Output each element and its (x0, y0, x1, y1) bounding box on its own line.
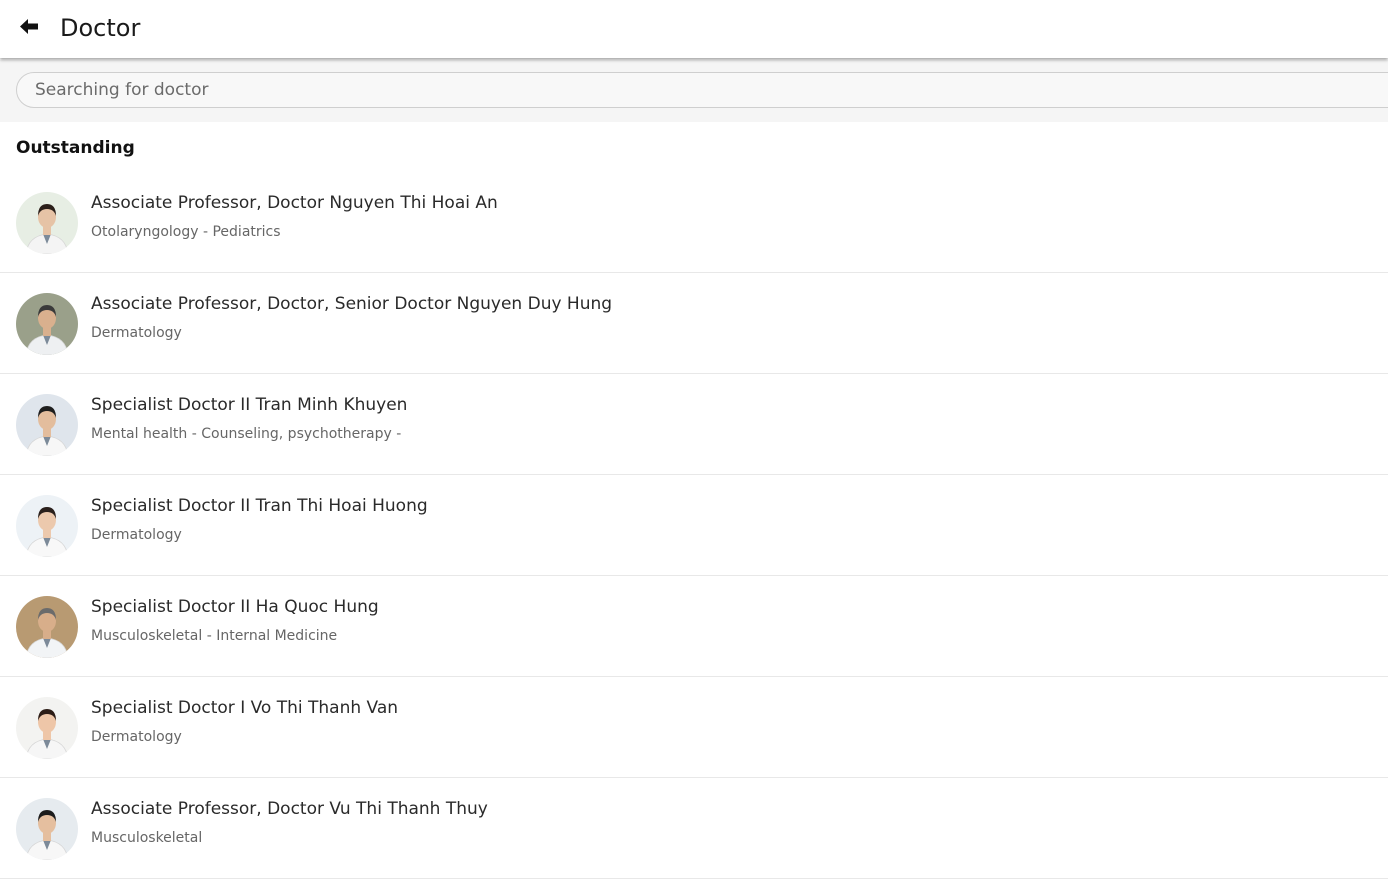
doctor-specialty: Otolaryngology - Pediatrics (91, 224, 281, 240)
doctor-specialty: Musculoskeletal (91, 830, 203, 846)
doctor-avatar (16, 293, 78, 355)
doctor-name: Associate Professor, Doctor Vu Thi Thanh… (91, 799, 488, 819)
doctor-list-item[interactable]: Specialist Doctor II Ha Quoc Hung Muscul… (0, 576, 1388, 677)
doctor-list-item[interactable]: Associate Professor, Doctor Vu Thi Thanh… (0, 778, 1388, 879)
doctor-avatar (16, 596, 78, 658)
doctor-avatar (16, 798, 78, 860)
doctor-specialty: Dermatology (91, 325, 182, 341)
doctor-list-item[interactable]: Associate Professor, Doctor, Senior Doct… (0, 273, 1388, 374)
doctor-specialty: Dermatology (91, 729, 182, 745)
doctor-avatar (16, 697, 78, 759)
doctor-name: Specialist Doctor I Vo Thi Thanh Van (91, 698, 399, 718)
doctor-list-item[interactable]: Associate Professor, Doctor Nguyen Thi H… (0, 172, 1388, 273)
doctor-name: Associate Professor, Doctor Nguyen Thi H… (91, 193, 498, 213)
search-bar (0, 60, 1388, 122)
doctor-avatar (16, 495, 78, 557)
doctor-name: Associate Professor, Doctor, Senior Doct… (91, 294, 613, 314)
doctor-list-item[interactable]: Specialist Doctor II Tran Minh Khuyen Me… (0, 374, 1388, 475)
app-header: Doctor (0, 0, 1388, 58)
doctor-specialty: Dermatology (91, 527, 182, 543)
doctor-list-item[interactable]: Specialist Doctor II Tran Thi Hoai Huong… (0, 475, 1388, 576)
arrow-left-icon (20, 19, 38, 34)
search-input[interactable] (16, 72, 1388, 108)
section-title: Outstanding (16, 138, 135, 158)
doctor-name: Specialist Doctor II Tran Thi Hoai Huong (91, 496, 428, 516)
doctor-name: Specialist Doctor II Ha Quoc Hung (91, 597, 379, 617)
doctor-avatar (16, 394, 78, 456)
back-button[interactable] (14, 12, 44, 42)
doctor-specialty: Musculoskeletal - Internal Medicine (91, 628, 338, 644)
doctor-name: Specialist Doctor II Tran Minh Khuyen (91, 395, 408, 415)
page-title: Doctor (60, 14, 141, 42)
doctor-list-item[interactable]: Specialist Doctor I Vo Thi Thanh Van Der… (0, 677, 1388, 778)
doctor-specialty: Mental health - Counseling, psychotherap… (91, 426, 402, 442)
doctor-list: Associate Professor, Doctor Nguyen Thi H… (0, 172, 1388, 879)
doctor-avatar (16, 192, 78, 254)
